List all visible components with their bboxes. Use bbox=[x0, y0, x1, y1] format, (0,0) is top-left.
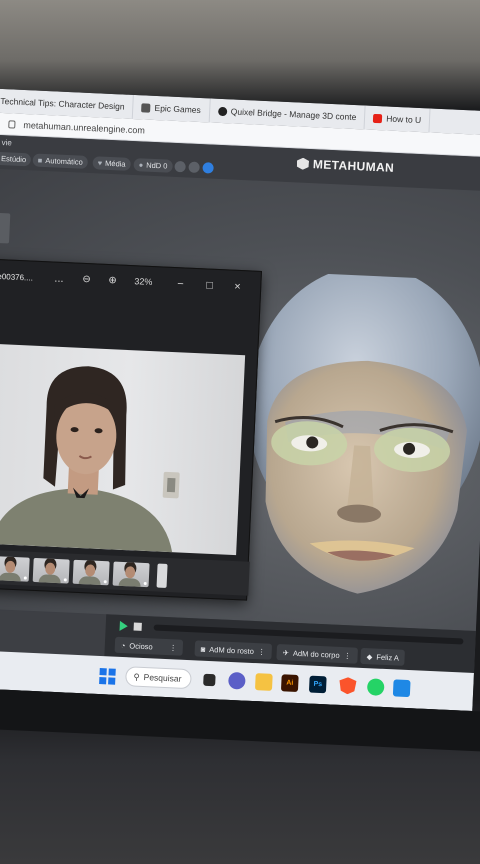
side-panel-icon[interactable] bbox=[0, 212, 11, 244]
metahuman-logo: METAHUMAN bbox=[297, 156, 395, 175]
idle-animation-button[interactable]: ◔ Ocioso ⋮ bbox=[114, 636, 184, 656]
whatsapp-icon[interactable] bbox=[366, 678, 385, 696]
quality-icon: ♥ bbox=[97, 158, 103, 168]
quixel-icon bbox=[217, 106, 227, 116]
pose-icon: ◔ bbox=[120, 640, 126, 650]
photoshop-icon[interactable]: Ps bbox=[308, 675, 327, 694]
windows-start-icon[interactable] bbox=[99, 668, 116, 685]
more-options-button[interactable]: ... bbox=[54, 273, 64, 285]
file-explorer-icon[interactable] bbox=[254, 673, 273, 691]
happy-expression-button[interactable]: ◆ Feliz A bbox=[360, 647, 406, 666]
quality-pill[interactable]: ♥ Média bbox=[92, 156, 131, 171]
menu-dots-icon: ⋮ bbox=[343, 650, 352, 660]
logo-text: METAHUMAN bbox=[312, 157, 395, 175]
thumbnail[interactable] bbox=[112, 561, 150, 588]
tab-youtube[interactable]: How to U bbox=[364, 105, 431, 133]
pill-label: NdD 0 bbox=[145, 160, 168, 171]
search-icon: ⚲ bbox=[133, 671, 140, 682]
viewer-title: scene00376.... bbox=[0, 271, 34, 283]
thumbnail[interactable] bbox=[0, 556, 30, 582]
monitor: Technical Tips: Character Design Epic Ga… bbox=[0, 88, 480, 752]
search-label: Pesquisar bbox=[143, 672, 182, 684]
minimize-button[interactable]: − bbox=[177, 278, 184, 290]
pencil-icon[interactable] bbox=[174, 160, 186, 173]
menu-dots-icon: ⋮ bbox=[257, 646, 266, 657]
expression-icon: ◆ bbox=[366, 651, 373, 661]
illustrator-icon[interactable]: Ai bbox=[280, 674, 299, 693]
tab-label: Epic Games bbox=[154, 102, 202, 116]
lighting-pill[interactable]: ✦ Estúdio bbox=[0, 151, 32, 167]
zoom-out-button[interactable]: ⊖ bbox=[82, 274, 91, 285]
lod-icon: ● bbox=[138, 160, 144, 170]
body-icon: ✈ bbox=[282, 647, 290, 658]
button-label: Ocioso bbox=[129, 640, 153, 651]
reference-photo bbox=[0, 342, 246, 556]
task-view-icon[interactable] bbox=[203, 673, 216, 687]
brave-browser-icon[interactable] bbox=[339, 677, 357, 695]
photo-viewer-window[interactable]: scene00376.... ... ⊖ ⊕ 32% − □ × bbox=[0, 257, 262, 601]
tab-label: Technical Tips: Character Design bbox=[0, 95, 125, 112]
thumbnail[interactable] bbox=[156, 563, 168, 588]
camera-icon: ■ bbox=[37, 155, 43, 165]
screen: Technical Tips: Character Design Epic Ga… bbox=[0, 88, 480, 711]
pill-label: Estúdio bbox=[0, 154, 27, 165]
lock-icon bbox=[8, 119, 16, 129]
taskbar-search[interactable]: ⚲ Pesquisar bbox=[125, 666, 192, 690]
zoom-level: 32% bbox=[134, 276, 153, 288]
face-rom-button[interactable]: ◙ AdM do rosto ⋮ bbox=[194, 640, 272, 660]
camera-pill[interactable]: ■ Automático bbox=[32, 153, 89, 169]
thumbnail[interactable] bbox=[32, 557, 70, 584]
close-button[interactable]: × bbox=[234, 281, 241, 293]
maximize-button[interactable]: □ bbox=[206, 279, 213, 291]
button-label: AdM do corpo bbox=[292, 648, 340, 660]
epic-games-icon bbox=[141, 102, 151, 113]
pill-label: Automático bbox=[45, 156, 84, 167]
button-label: Feliz A bbox=[376, 652, 400, 663]
girl-portrait-image bbox=[0, 366, 180, 553]
thumbnail[interactable] bbox=[72, 559, 110, 586]
lod-pill[interactable]: ● NdD 0 bbox=[133, 158, 173, 173]
thumbnail-strip bbox=[0, 548, 250, 596]
metahuman-head-model[interactable] bbox=[247, 270, 480, 601]
play-icon[interactable] bbox=[119, 620, 128, 632]
tab-label: How to U bbox=[386, 113, 422, 126]
sphere-icon[interactable] bbox=[188, 161, 200, 174]
breadcrumb[interactable]: ane / vie bbox=[0, 137, 12, 147]
photos-app-icon[interactable] bbox=[392, 679, 411, 698]
body-rom-button[interactable]: ✈ AdM do corpo ⋮ bbox=[276, 644, 358, 664]
face-icon: ◙ bbox=[200, 644, 206, 654]
menu-dots-icon: ⋮ bbox=[169, 642, 178, 652]
tab-label: Quixel Bridge - Manage 3D conte bbox=[230, 106, 357, 123]
metahuman-logo-icon bbox=[297, 157, 310, 170]
stop-icon[interactable] bbox=[133, 622, 142, 631]
tab-epic-games[interactable]: Epic Games bbox=[133, 94, 211, 123]
pill-label: Média bbox=[104, 158, 126, 169]
photo-scene: Technical Tips: Character Design Epic Ga… bbox=[0, 0, 480, 864]
button-label: AdM do rosto bbox=[209, 644, 255, 656]
youtube-icon bbox=[373, 113, 383, 123]
teams-icon[interactable] bbox=[227, 671, 246, 690]
zoom-in-button[interactable]: ⊕ bbox=[108, 275, 117, 286]
url-text: metahuman.unrealengine.com bbox=[23, 119, 146, 136]
screenshot-icon[interactable] bbox=[202, 162, 214, 174]
